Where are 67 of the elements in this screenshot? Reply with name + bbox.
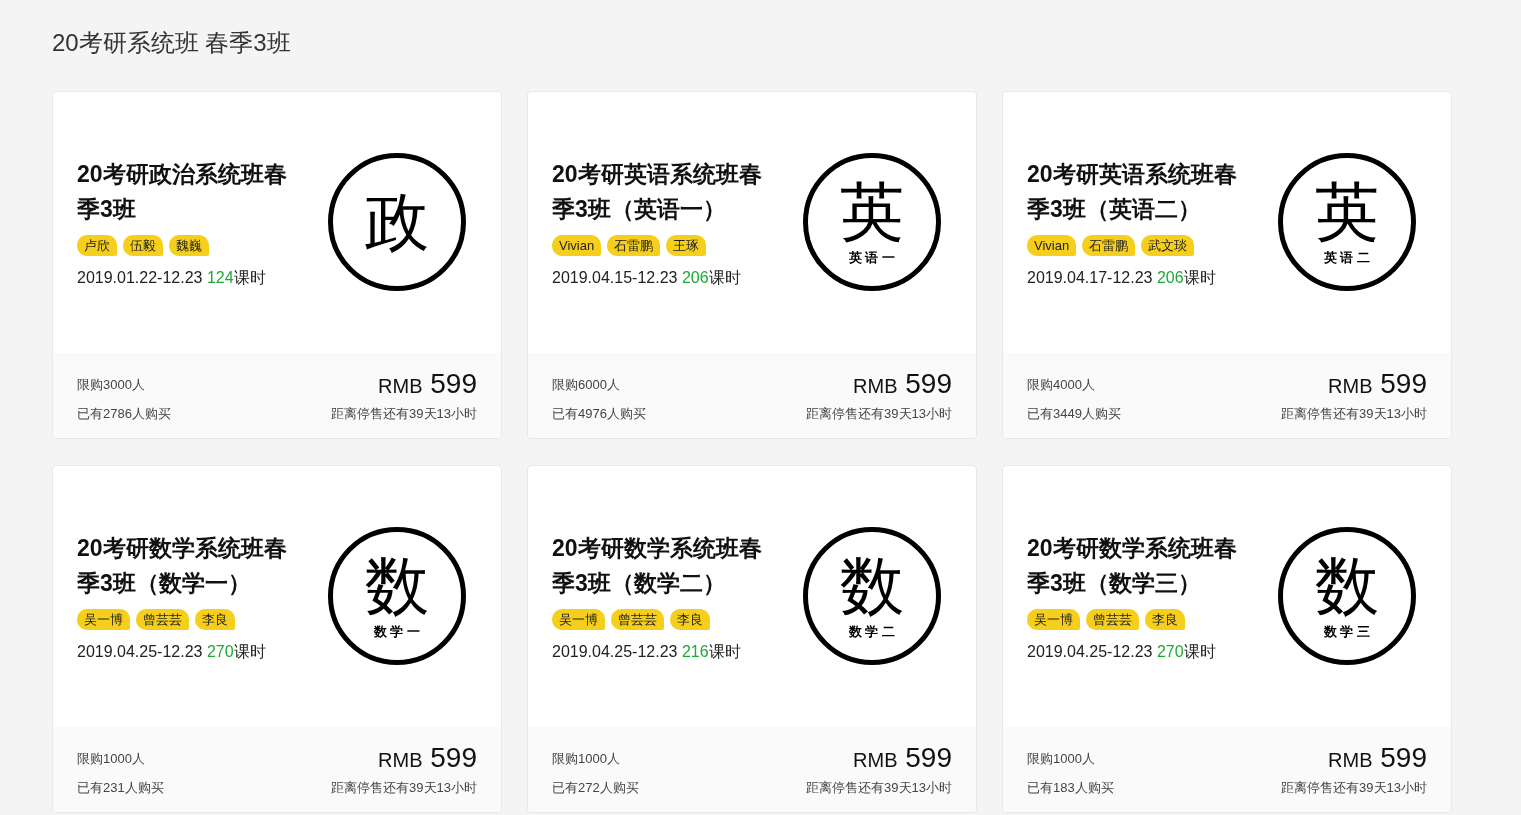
price: RMB 599 [378,741,477,775]
sale-countdown: 距离停售还有39天13小时 [331,405,477,422]
teacher-tag: 王琢 [666,235,707,256]
teacher-tag: 吴一博 [1027,609,1080,630]
price: RMB 599 [378,367,477,401]
purchase-count: 已有4976人购买 [552,405,646,422]
price: RMB 599 [853,741,952,775]
sale-countdown: 距离停售还有39天13小时 [331,779,477,796]
purchase-count: 已有3449人购买 [1027,405,1121,422]
course-card[interactable]: 20考研数学系统班春季3班（数学一） 吴一博 曾芸芸 李良 2019.04.25-12.23 270课时 数 数 学 一 限购1000人 已有231人购买 RMB 599 距离停售还有39天13小时 [52,465,502,813]
teacher-tag: Vivian [1027,235,1077,256]
course-schedule: 2019.04.25-12.23 270课时 [77,642,267,662]
course-title: 20考研英语系统班春季3班（英语一） [552,160,763,224]
course-title: 20考研数学系统班春季3班（数学一） [77,534,288,598]
price: RMB 599 [1328,741,1427,775]
teacher-tag: 吴一博 [77,609,130,630]
teacher-tag: 石雷鹏 [1082,235,1136,256]
subject-badge: 英 英 语 一 [803,153,941,291]
course-schedule: 2019.04.25-12.23 270课时 [1027,642,1217,662]
course-schedule: 2019.04.17-12.23 206课时 [1027,268,1217,288]
teacher-tag: 魏巍 [169,235,209,256]
teacher-tag: 曾芸芸 [136,609,189,630]
course-title: 20考研英语系统班春季3班（英语二） [1027,160,1238,224]
purchase-count: 已有272人购买 [552,779,639,796]
subject-badge: 数 数 学 三 [1278,527,1416,665]
purchase-limit: 限购1000人 [77,750,146,767]
course-title: 20考研数学系统班春季3班（数学二） [552,534,763,598]
purchase-count: 已有2786人购买 [77,405,171,422]
course-title: 20考研数学系统班春季3班（数学三） [1027,534,1238,598]
course-schedule: 2019.01.22-12.23 124课时 [77,268,267,288]
sale-countdown: 距离停售还有39天13小时 [1281,779,1427,796]
purchase-limit: 限购3000人 [77,376,146,393]
subject-badge: 数 数 学 一 [328,527,466,665]
purchase-count: 已有183人购买 [1027,779,1114,796]
teacher-tag: 曾芸芸 [611,609,664,630]
sale-countdown: 距离停售还有39天13小时 [806,405,952,422]
teacher-tag: 曾芸芸 [1086,609,1139,630]
subject-badge: 英 英 语 二 [1278,153,1416,291]
course-card[interactable]: 20考研数学系统班春季3班（数学三） 吴一博 曾芸芸 李良 2019.04.25-12.23 270课时 数 数 学 三 限购1000人 已有183人购买 RMB 599 距离停售还有39天13小时 [1002,465,1452,813]
purchase-count: 已有231人购买 [77,779,164,796]
subject-badge: 数 数 学 二 [803,527,941,665]
sale-countdown: 距离停售还有39天13小时 [1281,405,1427,422]
course-title: 20考研政治系统班春季3班 [77,160,288,224]
teacher-tag: 石雷鹏 [607,235,661,256]
teacher-tag: 卢欣 [77,235,117,256]
teacher-tag: 李良 [1145,609,1185,630]
teacher-tag: 李良 [195,609,235,630]
purchase-limit: 限购4000人 [1027,376,1096,393]
course-card[interactable]: 20考研政治系统班春季3班 卢欣 伍毅 魏巍 2019.01.22-12.23 124课时 政 限购3000人 已有2786人购买 RMB 599 距离停售还有39天13小时 [52,91,502,439]
teacher-tag: 李良 [670,609,710,630]
teacher-tag: 吴一博 [552,609,605,630]
teacher-tag: 伍毅 [123,235,163,256]
teacher-tag: 武文琰 [1141,235,1195,256]
course-card[interactable]: 20考研数学系统班春季3班（数学二） 吴一博 曾芸芸 李良 2019.04.25-12.23 216课时 数 数 学 二 限购1000人 已有272人购买 RMB 599 距离停售还有39天13小时 [527,465,977,813]
course-schedule: 2019.04.25-12.23 216课时 [552,642,742,662]
purchase-limit: 限购1000人 [1027,750,1096,767]
price: RMB 599 [853,367,952,401]
subject-badge: 政 [328,153,466,291]
price: RMB 599 [1328,367,1427,401]
sale-countdown: 距离停售还有39天13小时 [806,779,952,796]
course-card[interactable]: 20考研英语系统班春季3班（英语一） Vivian 石雷鹏 王琢 2019.04.15-12.23 206课时 英 英 语 一 限购6000人 已有4976人购买 RMB 599 距离停售还有39天13小时 [527,91,977,439]
course-card[interactable]: 20考研英语系统班春季3班（英语二） Vivian 石雷鹏 武文琰 2019.04.17-12.23 206课时 英 英 语 二 限购4000人 已有3449人购买 RMB 599 距离停售还有39天13小时 [1002,91,1452,439]
purchase-limit: 限购6000人 [552,376,621,393]
course-schedule: 2019.04.15-12.23 206课时 [552,268,742,288]
teacher-tag: Vivian [552,235,602,256]
page-title: 20考研系统班 春季3班 [52,28,292,58]
purchase-limit: 限购1000人 [552,750,621,767]
